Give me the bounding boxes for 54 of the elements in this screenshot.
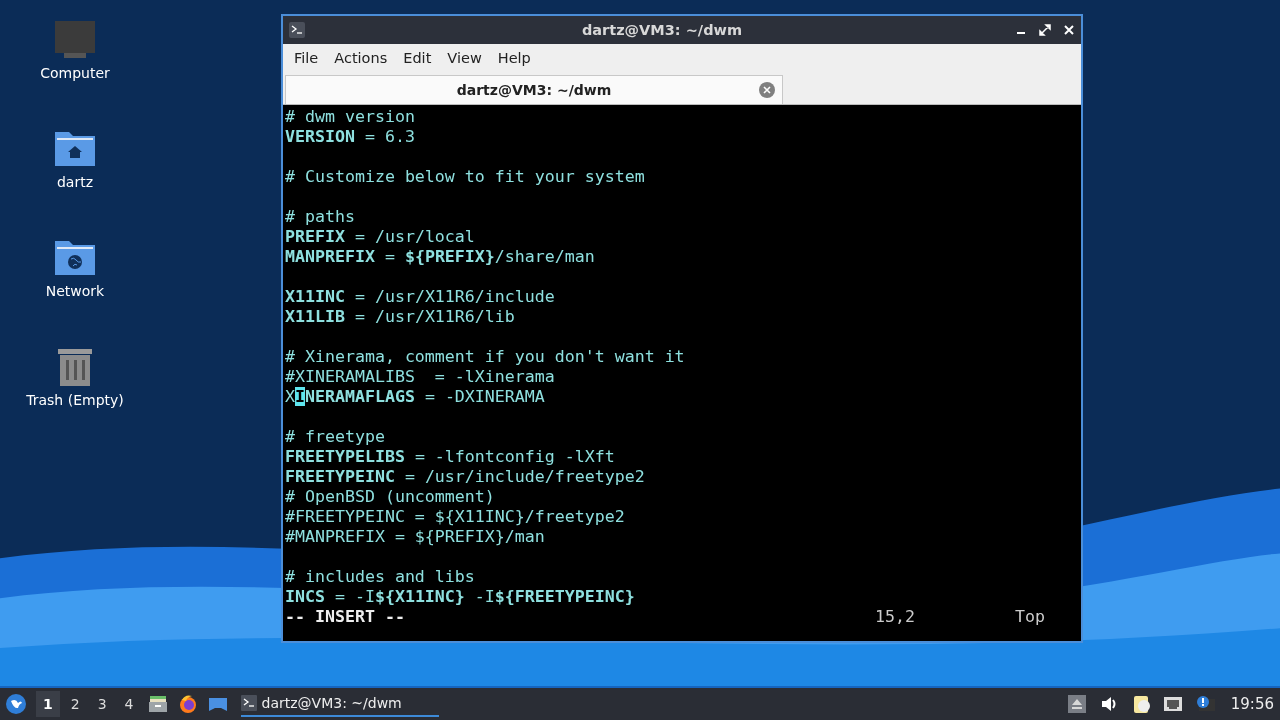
menu-item[interactable]: File xyxy=(286,50,327,66)
terminal-icon xyxy=(289,22,305,38)
code-line: # Xinerama, comment if you don't want it xyxy=(285,347,686,367)
code-line: X11LIB = /usr/X11R6/lib xyxy=(285,307,516,327)
code-line: X11INC = /usr/X11R6/include xyxy=(285,287,556,307)
desktop-icon-label[interactable]: dartz xyxy=(56,174,94,190)
workspace-button[interactable]: 4 xyxy=(117,691,141,717)
workspace-button[interactable]: 1 xyxy=(36,691,60,717)
desktop-icon-label[interactable]: Computer xyxy=(40,65,110,81)
taskbar-window-button[interactable]: dartz@VM3: ~/dwm xyxy=(240,691,439,717)
workspace-button[interactable]: 2 xyxy=(63,691,87,717)
menu-item[interactable]: Help xyxy=(489,50,539,66)
browser-icon[interactable] xyxy=(177,694,198,714)
notification-icon[interactable] xyxy=(1194,694,1215,714)
code-line: FREETYPELIBS = -lfontconfig -lXft xyxy=(285,447,616,467)
scroll-position: Top xyxy=(1015,607,1046,627)
file-cabinet-icon[interactable] xyxy=(147,694,168,714)
code-line: VERSION = 6.3 xyxy=(285,127,416,147)
terminal-tab[interactable]: dartz@VM3: ~/dwm xyxy=(285,75,783,104)
desktop-icon-label[interactable]: Network xyxy=(45,283,105,299)
code-line: # Customize below to fit your system xyxy=(285,167,646,187)
cursor-position: 15,2 xyxy=(875,607,916,627)
eject-icon[interactable] xyxy=(1066,694,1087,714)
code-line: INCS = -I${X11INC} -I${FREETYPEINC} xyxy=(285,587,636,607)
task-label[interactable]: dartz@VM3: ~/dwm xyxy=(261,695,402,711)
code-line: #XINERAMALIBS = -lXinerama xyxy=(285,367,556,387)
terminal-icon xyxy=(240,695,257,711)
tab-label[interactable]: dartz@VM3: ~/dwm xyxy=(286,82,782,98)
code-line: # paths xyxy=(285,207,356,227)
window-title: dartz@VM3: ~/dwm xyxy=(580,22,744,38)
code-text: NERAMAFLAGS = -DXINERAMA xyxy=(305,387,545,406)
start-menu-icon[interactable] xyxy=(6,694,26,714)
code-line: FREETYPEINC = /usr/include/freetype2 xyxy=(285,467,646,487)
editor-mode: -- INSERT -- xyxy=(285,607,405,627)
network-icon[interactable] xyxy=(1162,694,1183,714)
close-icon[interactable] xyxy=(1063,24,1075,36)
menu-item[interactable]: Actions xyxy=(326,50,396,66)
text-cursor: I xyxy=(295,387,305,406)
code-line: PREFIX = /usr/local xyxy=(285,227,476,247)
code-text: X xyxy=(285,387,295,406)
workspace-button[interactable]: 3 xyxy=(90,691,114,717)
code-line: MANPREFIX = ${PREFIX}/share/man xyxy=(285,247,596,267)
close-tab-icon[interactable] xyxy=(759,82,775,98)
code-line: # freetype xyxy=(285,427,386,447)
code-line: # OpenBSD (uncomment) xyxy=(285,487,496,507)
code-line: # dwm version xyxy=(285,107,416,127)
menu-item[interactable]: Edit xyxy=(395,50,440,66)
desktop-icon-label[interactable]: Trash (Empty) xyxy=(26,392,124,408)
menu-item[interactable]: View xyxy=(439,50,490,66)
code-line: #FREETYPEINC = ${X11INC}/freetype2 xyxy=(285,507,626,527)
code-line: # includes and libs xyxy=(285,567,476,587)
maximize-icon[interactable] xyxy=(1039,24,1051,36)
clock: 19:56 xyxy=(1230,695,1274,713)
code-line: #MANPREFIX = ${PREFIX}/man xyxy=(285,527,546,547)
